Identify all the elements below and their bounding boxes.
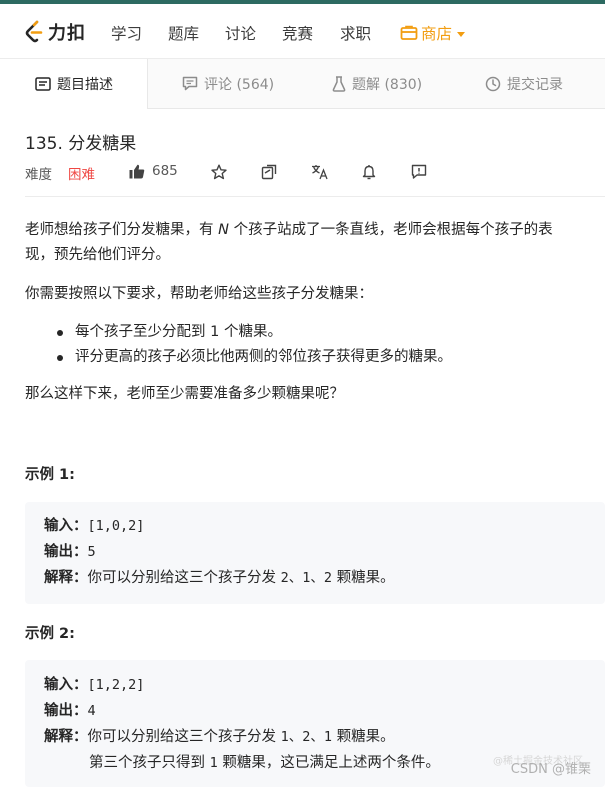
tab-comments[interactable]: 评论 (564) (182, 59, 274, 108)
nav-item-store[interactable]: 商店 (400, 22, 466, 44)
list-item: 评分更高的孩子必须比他两侧的邻位孩子获得更多的糖果。 (55, 345, 452, 370)
translate-icon[interactable] (311, 164, 329, 180)
list-item: 每个孩子至少分配到 1 个糖果。 (55, 320, 452, 345)
explain-text: 第三个孩子只得到 (89, 755, 210, 771)
star-icon[interactable] (211, 164, 227, 180)
thumbs-up-icon (129, 164, 145, 178)
explain-code: 2、1、2 (280, 570, 332, 586)
example-output-line: 输出：4 (44, 699, 96, 720)
example-1-box: 输入：[1,0,2] 输出：5 解释：你可以分别给这三个孩子分发 2、1、2 颗… (25, 502, 605, 604)
feedback-icon[interactable] (411, 164, 427, 180)
explain-label: 解释： (44, 570, 88, 586)
description-paragraph-1: 老师想给孩子们分发糖果，有 N 个孩子站成了一条直线，老师会根据每个孩子的表 现… (25, 218, 553, 268)
tab-description[interactable]: 题目描述 (0, 59, 148, 109)
nav-item-problems[interactable]: 题库 (168, 22, 199, 44)
clock-icon (485, 76, 501, 91)
description-paragraph-3: 那么这样下来，老师至少需要准备多少颗糖果呢？ (25, 386, 344, 402)
share-icon[interactable] (261, 164, 277, 180)
example-explain-line: 解释：你可以分别给这三个孩子分发 2、1、2 颗糖果。 (44, 566, 395, 587)
output-value: 4 (87, 703, 96, 719)
example-input-line: 输入：[1,2,2] (44, 673, 144, 694)
output-label: 输出： (44, 703, 88, 719)
example-explain-line-2: 第三个孩子只得到 1 颗糖果，这已满足上述两个条件。 (89, 751, 440, 772)
input-label: 输入： (44, 677, 88, 693)
explain-text: 颗糖果。 (332, 729, 395, 745)
flask-icon (332, 75, 346, 92)
explain-code: 1、2、1 (280, 729, 332, 745)
example-input-line: 输入：[1,0,2] (44, 514, 144, 535)
explain-text: 颗糖果。 (332, 570, 395, 586)
csdn-watermark: CSDN @锥栗 (510, 762, 591, 777)
nav-item-learn[interactable]: 学习 (111, 22, 142, 44)
example-output-line: 输出：5 (44, 540, 96, 561)
tab-bar: 题目描述 评论 (564) 题解 (830) 提交记录 (0, 59, 605, 109)
description-paragraph-2: 你需要按照以下要求，帮助老师给这些孩子分发糖果： (25, 286, 373, 302)
tab-label: 题目描述 (57, 77, 113, 93)
logo-text: 力扣 (48, 23, 86, 44)
tab-label: 题解 (830) (352, 76, 423, 93)
nav-item-jobs[interactable]: 求职 (340, 22, 371, 44)
example-explain-line: 解释：你可以分别给这三个孩子分发 1、2、1 颗糖果。 (44, 725, 395, 746)
explain-text: 颗糖果，这已满足上述两个条件。 (217, 755, 440, 771)
tab-label: 评论 (564) (204, 76, 275, 93)
input-value: [1,0,2] (87, 518, 145, 534)
explain-text: 你可以分别给这三个孩子分发 (87, 570, 281, 586)
description-text: 个孩子站成了一条直线，老师会根据每个孩子的表 (228, 222, 553, 238)
problem-title: 135. 分发糖果 (25, 134, 137, 154)
store-label: 商店 (421, 25, 453, 43)
description-text: 老师想给孩子们分发糖果，有 (25, 222, 219, 238)
difficulty-label: 难度 (25, 167, 52, 183)
like-button[interactable]: 685 (129, 163, 178, 179)
comment-icon (182, 76, 198, 91)
requirements-list: 每个孩子至少分配到 1 个糖果。 评分更高的孩子必须比他两侧的邻位孩子获得更多的… (55, 320, 452, 370)
tab-submissions[interactable]: 提交记录 (485, 59, 563, 108)
document-icon (35, 77, 51, 91)
input-label: 输入： (44, 518, 88, 534)
example-1-heading: 示例 1: (25, 467, 75, 483)
explain-label: 解释： (44, 729, 88, 745)
like-count: 685 (152, 163, 178, 179)
problem-meta-bar: 难度 困难 685 (25, 163, 605, 183)
tab-label: 提交记录 (507, 76, 563, 93)
difficulty-badge: 困难 (68, 167, 95, 183)
output-label: 输出： (44, 544, 88, 560)
chevron-down-icon (457, 31, 466, 37)
divider (25, 196, 605, 197)
input-value: [1,2,2] (87, 677, 145, 693)
explain-code: 1 (209, 755, 218, 771)
description-text: 现，预先给他们评分。 (25, 247, 170, 263)
bell-icon[interactable] (362, 164, 376, 180)
store-icon (400, 25, 418, 40)
tab-solutions[interactable]: 题解 (830) (332, 59, 422, 108)
leetcode-logo-icon (25, 20, 43, 43)
example-2-heading: 示例 2: (25, 626, 75, 642)
nav-item-contest[interactable]: 竞赛 (282, 22, 313, 44)
variable-n: N (218, 222, 229, 238)
nav-item-discuss[interactable]: 讨论 (225, 22, 256, 44)
leetcode-logo[interactable]: 力扣 (24, 19, 86, 45)
top-navbar: 力扣 学习 题库 讨论 竞赛 求职 商店 (0, 4, 605, 59)
explain-text: 你可以分别给这三个孩子分发 (87, 729, 281, 745)
output-value: 5 (87, 544, 96, 560)
